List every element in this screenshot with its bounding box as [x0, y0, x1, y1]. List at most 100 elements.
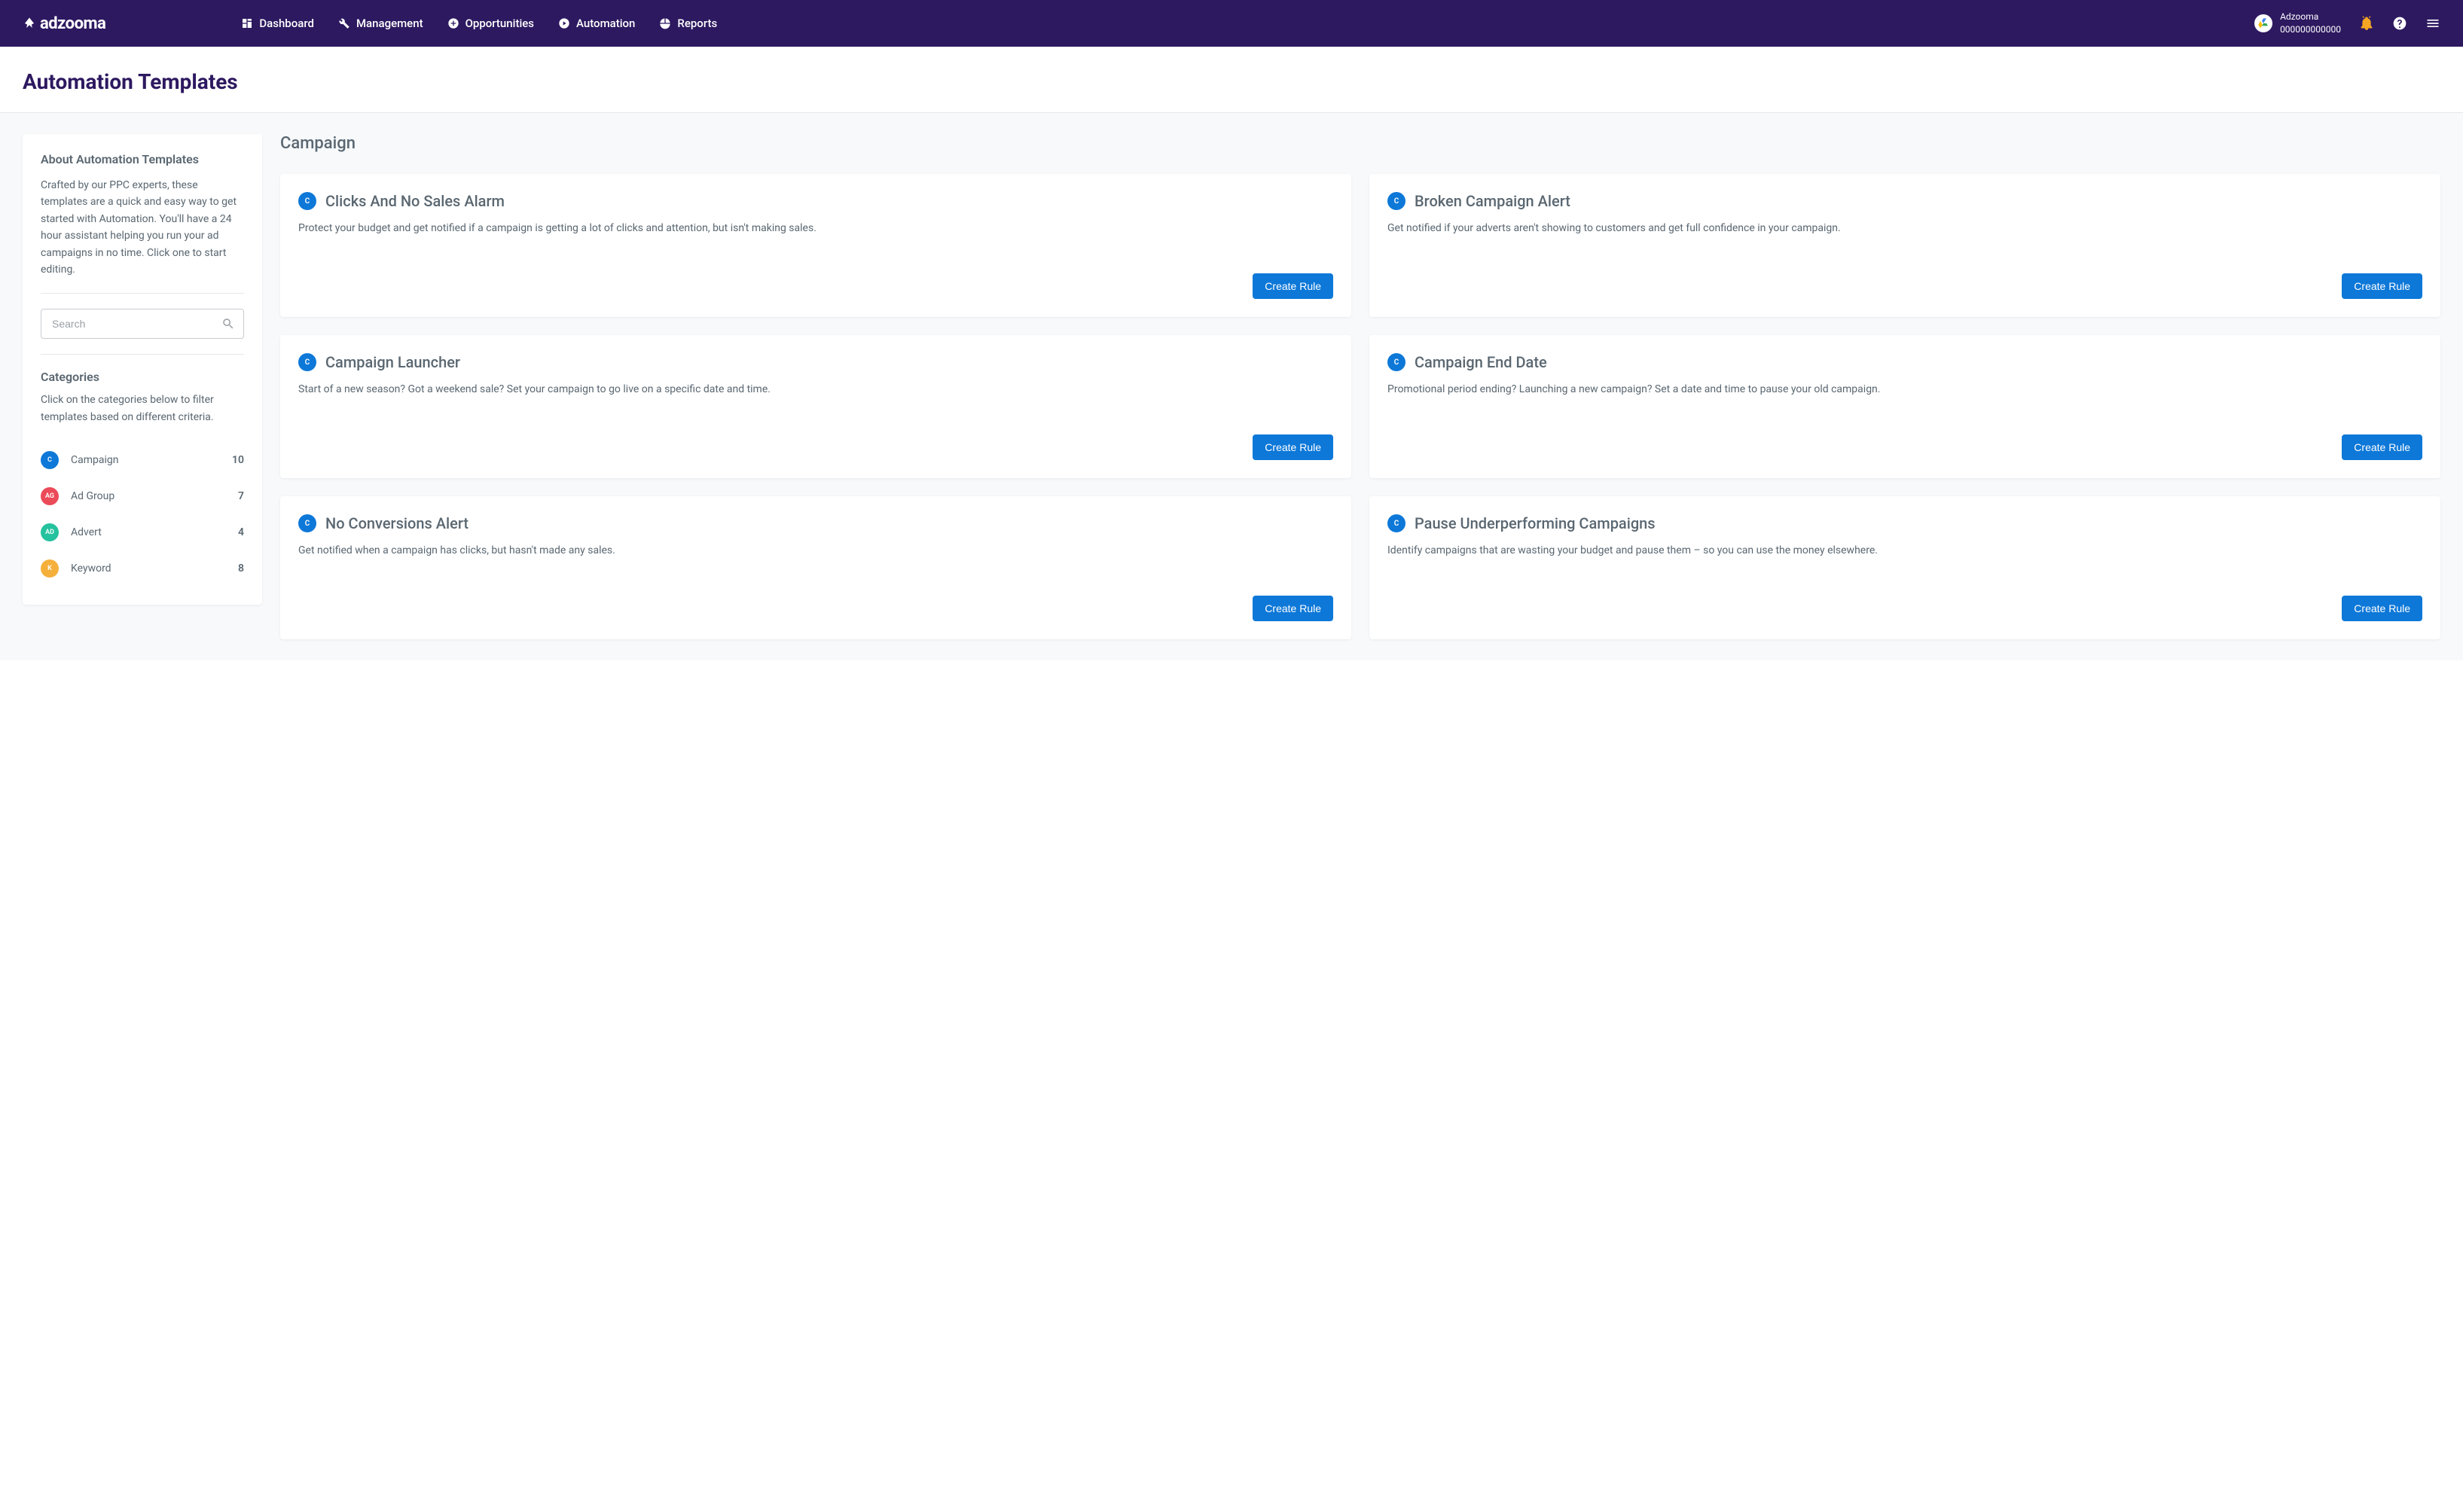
category-item[interactable]: AD Advert 4	[41, 514, 244, 550]
card-header: C Campaign End Date	[1387, 353, 2422, 371]
top-nav: adzooma Dashboard Management Opportuniti…	[0, 0, 2463, 47]
cards-grid: C Clicks And No Sales Alarm Protect your…	[280, 174, 2440, 639]
card-badge: C	[298, 353, 316, 371]
page-title: Automation Templates	[23, 69, 2440, 94]
account-id: 000000000000	[2280, 23, 2341, 36]
template-card: C Broken Campaign Alert Get notified if …	[1369, 174, 2440, 317]
category-badge: AD	[41, 523, 59, 541]
nav-dashboard[interactable]: Dashboard	[241, 17, 314, 30]
card-badge: C	[298, 192, 316, 210]
card-footer: Create Rule	[298, 596, 1333, 621]
google-ads-icon	[2254, 14, 2272, 32]
create-rule-button[interactable]: Create Rule	[1253, 434, 1333, 460]
card-header: C Clicks And No Sales Alarm	[298, 192, 1333, 210]
category-count: 8	[238, 562, 244, 575]
card-header: C No Conversions Alert	[298, 514, 1333, 532]
card-title: Campaign Launcher	[325, 353, 460, 371]
divider	[41, 354, 244, 355]
about-desc: Crafted by our PPC experts, these templa…	[41, 177, 244, 278]
section-title: Campaign	[280, 134, 2440, 153]
account-text: Adzooma 000000000000	[2280, 11, 2341, 36]
card-desc: Get notified if your adverts aren't show…	[1387, 221, 2422, 260]
search-input[interactable]	[41, 309, 244, 339]
menu-button[interactable]	[2425, 16, 2440, 31]
card-footer: Create Rule	[298, 434, 1333, 460]
category-count: 7	[238, 490, 244, 502]
card-title: Broken Campaign Alert	[1415, 192, 1570, 210]
category-item[interactable]: K Keyword 8	[41, 550, 244, 587]
notifications-button[interactable]	[2359, 16, 2374, 31]
nav-automation[interactable]: Automation	[558, 17, 635, 30]
card-desc: Identify campaigns that are wasting your…	[1387, 543, 2422, 582]
card-footer: Create Rule	[1387, 596, 2422, 621]
template-card: C Campaign Launcher Start of a new seaso…	[280, 335, 1351, 478]
card-footer: Create Rule	[298, 273, 1333, 299]
brand-logo[interactable]: adzooma	[23, 14, 105, 33]
category-label: Campaign	[71, 454, 232, 466]
help-button[interactable]	[2392, 16, 2407, 31]
category-count: 4	[238, 526, 244, 538]
category-badge: C	[41, 451, 59, 469]
category-badge: K	[41, 559, 59, 578]
card-badge: C	[1387, 353, 1405, 371]
nav-items: Dashboard Management Opportunities Autom…	[241, 17, 717, 30]
card-title: Campaign End Date	[1415, 353, 1547, 371]
card-desc: Get notified when a campaign has clicks,…	[298, 543, 1333, 582]
nav-label: Opportunities	[465, 17, 534, 30]
create-rule-button[interactable]: Create Rule	[1253, 273, 1333, 299]
category-label: Keyword	[71, 562, 238, 575]
category-item[interactable]: AG Ad Group 7	[41, 478, 244, 514]
wrench-icon	[338, 17, 350, 29]
create-rule-button[interactable]: Create Rule	[2342, 434, 2422, 460]
nav-label: Reports	[677, 17, 717, 30]
brand-text: adzooma	[40, 14, 105, 33]
sidebar: About Automation Templates Crafted by ou…	[23, 134, 262, 605]
template-card: C Pause Underperforming Campaigns Identi…	[1369, 496, 2440, 639]
template-card: C Campaign End Date Promotional period e…	[1369, 335, 2440, 478]
card-badge: C	[298, 514, 316, 532]
card-badge: C	[1387, 514, 1405, 532]
nav-reports[interactable]: Reports	[659, 17, 717, 30]
nav-label: Management	[356, 17, 423, 30]
rocket-icon	[23, 17, 36, 30]
card-footer: Create Rule	[1387, 434, 2422, 460]
create-rule-button[interactable]: Create Rule	[2342, 273, 2422, 299]
account-selector[interactable]: Adzooma 000000000000	[2254, 11, 2341, 36]
categories-desc: Click on the categories below to filter …	[41, 392, 244, 425]
search-icon	[221, 317, 235, 331]
template-card: C Clicks And No Sales Alarm Protect your…	[280, 174, 1351, 317]
card-title: No Conversions Alert	[325, 514, 468, 532]
about-title: About Automation Templates	[41, 152, 244, 166]
card-header: C Campaign Launcher	[298, 353, 1333, 371]
categories-list: C Campaign 10 AG Ad Group 7 AD Advert 4 …	[41, 442, 244, 587]
nav-label: Dashboard	[259, 17, 314, 30]
page-header: Automation Templates	[0, 47, 2463, 113]
search-box	[41, 309, 244, 339]
category-badge: AG	[41, 487, 59, 505]
card-desc: Promotional period ending? Launching a n…	[1387, 382, 2422, 421]
template-card: C No Conversions Alert Get notified when…	[280, 496, 1351, 639]
help-icon	[2392, 16, 2407, 31]
card-footer: Create Rule	[1387, 273, 2422, 299]
bell-icon	[2359, 16, 2374, 31]
create-rule-button[interactable]: Create Rule	[2342, 596, 2422, 621]
card-desc: Start of a new season? Got a weekend sal…	[298, 382, 1333, 421]
nav-opportunities[interactable]: Opportunities	[447, 17, 534, 30]
card-title: Clicks And No Sales Alarm	[325, 192, 505, 210]
play-circle-icon	[558, 17, 570, 29]
plus-circle-icon	[447, 17, 459, 29]
templates-area: Campaign C Clicks And No Sales Alarm Pro…	[280, 134, 2440, 639]
card-badge: C	[1387, 192, 1405, 210]
account-name: Adzooma	[2280, 11, 2341, 23]
card-header: C Broken Campaign Alert	[1387, 192, 2422, 210]
nav-management[interactable]: Management	[338, 17, 423, 30]
nav-label: Automation	[576, 17, 635, 30]
nav-right: Adzooma 000000000000	[2254, 11, 2440, 36]
main-content: About Automation Templates Crafted by ou…	[0, 113, 2463, 660]
dashboard-icon	[241, 17, 253, 29]
create-rule-button[interactable]: Create Rule	[1253, 596, 1333, 621]
categories-title: Categories	[41, 370, 244, 384]
category-label: Advert	[71, 526, 238, 538]
category-item[interactable]: C Campaign 10	[41, 442, 244, 478]
pie-chart-icon	[659, 17, 671, 29]
